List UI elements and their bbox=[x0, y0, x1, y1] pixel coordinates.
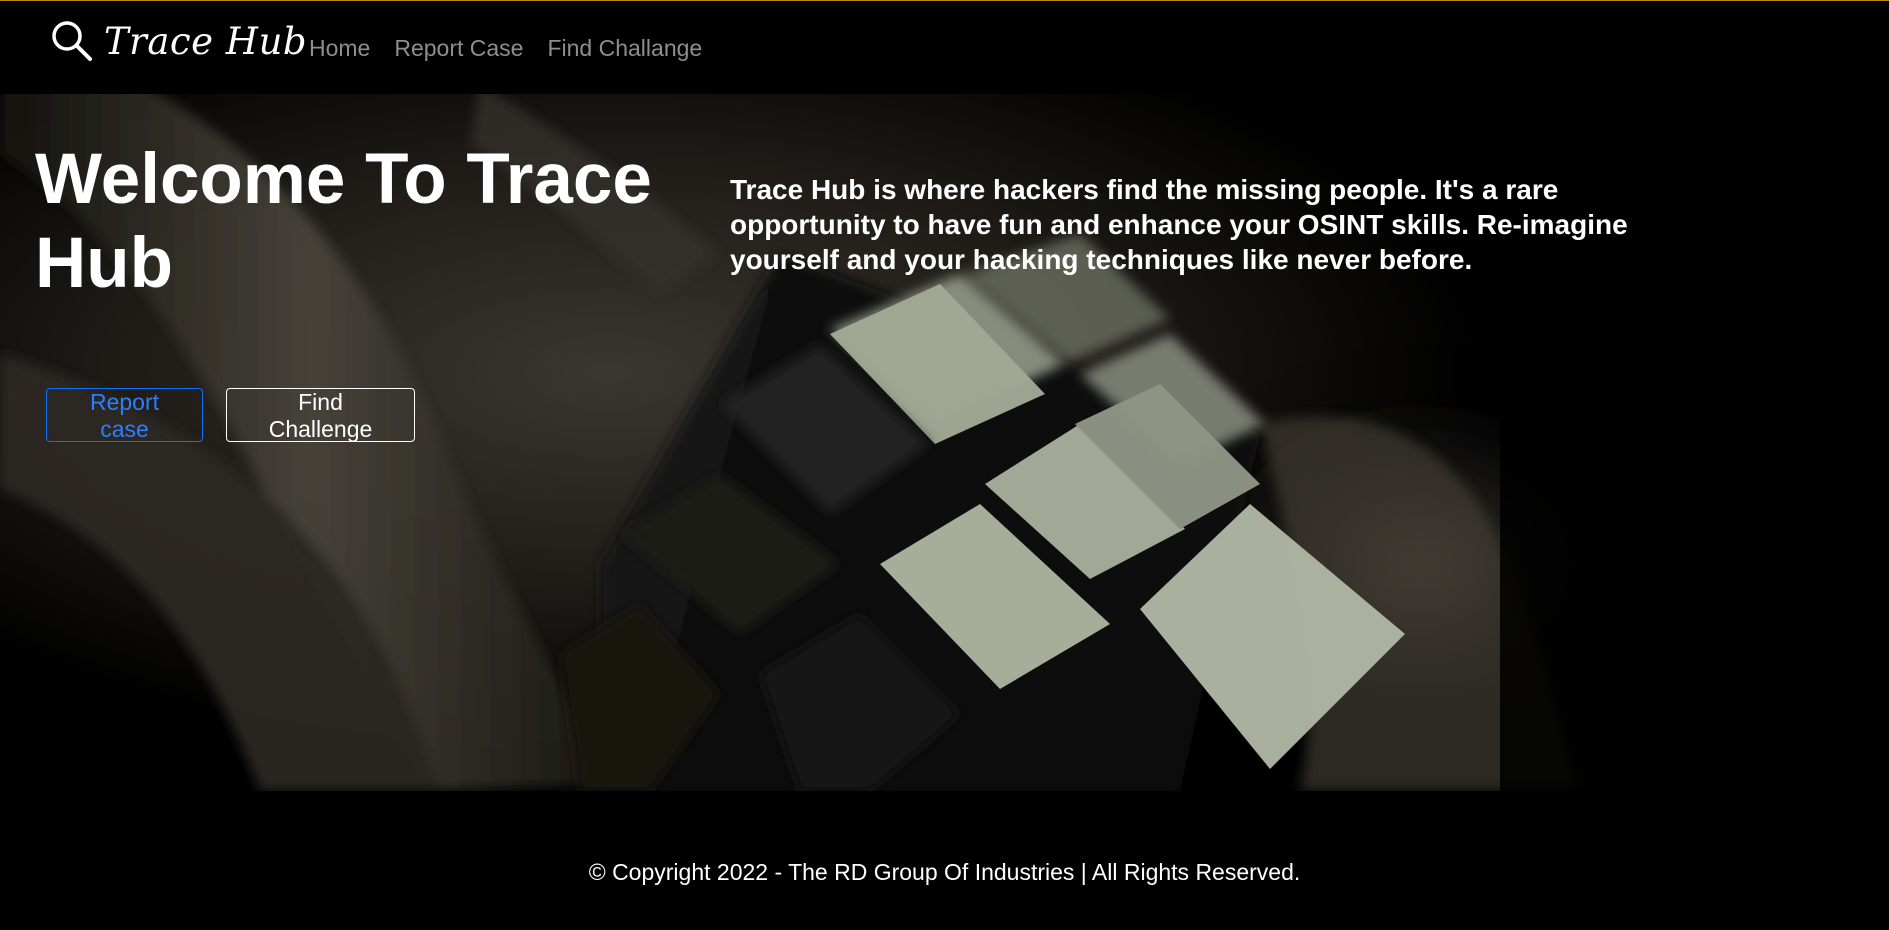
nav-menu: Home Report Case Find Challange bbox=[309, 35, 702, 62]
report-case-button[interactable]: Report case bbox=[46, 388, 203, 442]
nav-link-find-challange[interactable]: Find Challange bbox=[547, 35, 702, 62]
nav-link-home[interactable]: Home bbox=[309, 35, 370, 62]
nav-link-report-case[interactable]: Report Case bbox=[394, 35, 523, 62]
search-icon bbox=[50, 19, 94, 63]
find-challenge-button[interactable]: Find Challenge bbox=[226, 388, 415, 442]
copyright-text: © Copyright 2022 - The RD Group Of Indus… bbox=[588, 859, 1301, 885]
brand-name: Trace Hub bbox=[104, 19, 308, 63]
footer: © Copyright 2022 - The RD Group Of Indus… bbox=[0, 791, 1889, 930]
brand-logo[interactable]: Trace Hub bbox=[50, 19, 307, 63]
hero-title: Welcome To Trace Hub bbox=[35, 140, 652, 303]
hero-description: Trace Hub is where hackers find the miss… bbox=[730, 174, 1628, 275]
navbar: Trace Hub Home Report Case Find Challang… bbox=[0, 1, 1889, 94]
hero-section: Welcome To Trace Hub Trace Hub is where … bbox=[0, 94, 1889, 791]
